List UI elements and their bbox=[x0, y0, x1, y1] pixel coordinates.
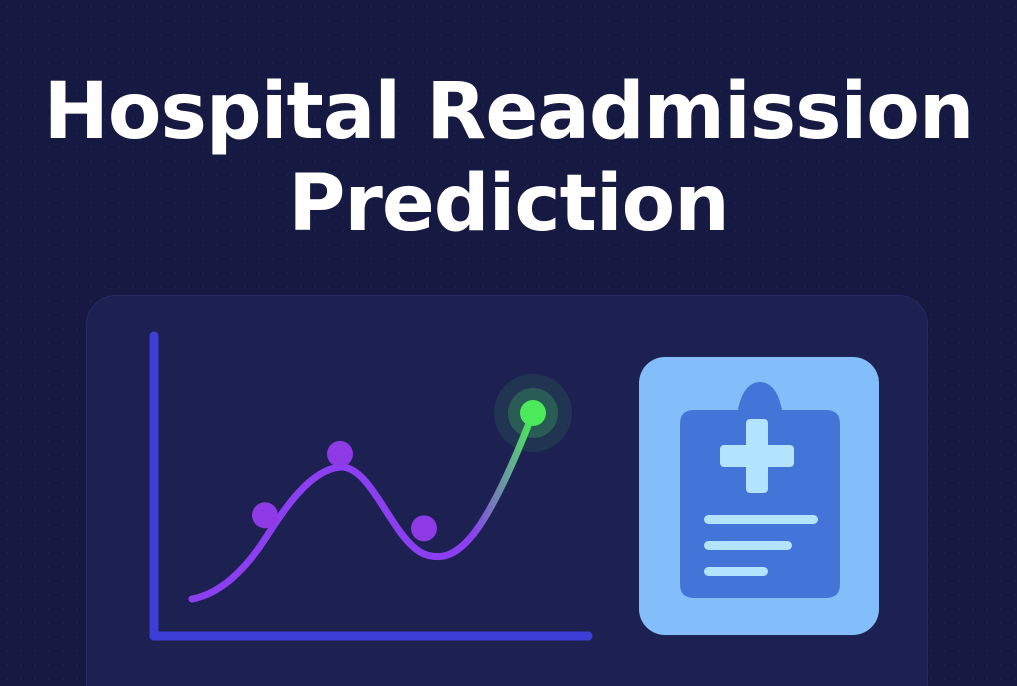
clipboard-text-line-3 bbox=[704, 567, 768, 576]
chart-point bbox=[252, 502, 278, 529]
medical-clipboard-icon bbox=[639, 357, 879, 635]
chart-point bbox=[327, 440, 353, 467]
chart-series-line bbox=[188, 409, 537, 603]
chart-points bbox=[252, 374, 572, 542]
clipboard-text-line-2 bbox=[704, 541, 792, 550]
chart-point bbox=[411, 515, 437, 542]
chart-point-highlight bbox=[520, 400, 546, 426]
illustration-svg bbox=[149, 331, 879, 641]
clipboard-text-line-1 bbox=[704, 515, 818, 524]
